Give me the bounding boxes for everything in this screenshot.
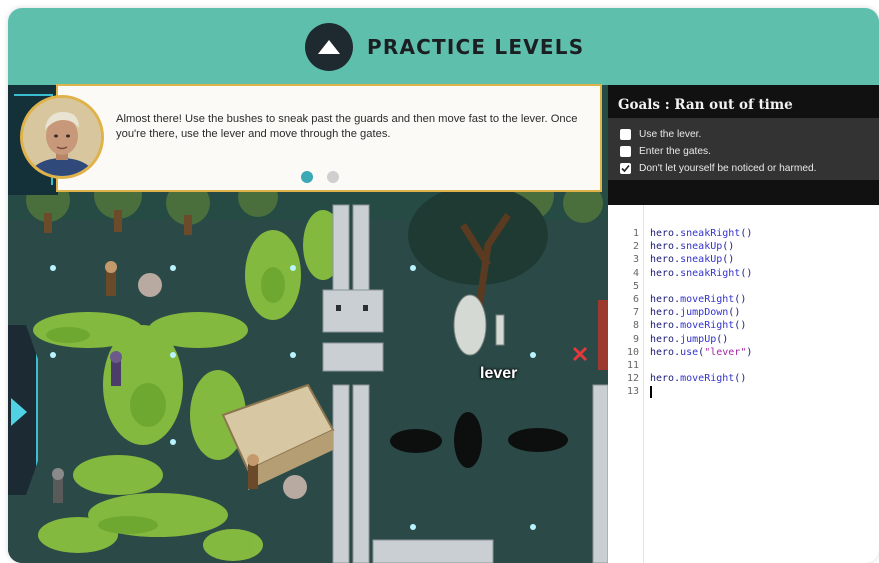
code-text: hero.use("lever")	[650, 346, 753, 358]
code-editor[interactable]: 1 hero.sneakRight() 2 hero.sneakUp() 3 hero.s…	[608, 205, 879, 563]
goal-item: Enter the gates.	[620, 143, 879, 160]
code-text: hero.sneakRight()	[650, 267, 753, 279]
code-line[interactable]: 6 hero.moveRight()	[608, 293, 879, 306]
mentor-avatar	[20, 95, 104, 179]
line-number: 2	[632, 241, 639, 253]
line-number: 7	[632, 307, 639, 319]
check-icon	[621, 164, 630, 173]
line-number: 12	[626, 373, 639, 385]
code-text: hero.sneakUp()	[650, 254, 735, 266]
line-number: 3	[632, 254, 639, 266]
practice-levels-window: PRACTICE LEVELS lever Almost there! Use …	[8, 8, 879, 563]
code-line[interactable]: 11	[608, 359, 879, 372]
line-number: 5	[632, 280, 639, 292]
code-line[interactable]: 5	[608, 280, 879, 293]
goal-item: Use the lever.	[620, 126, 879, 143]
line-number: 6	[632, 294, 639, 305]
dialog-text: Almost there! Use the bushes to sneak pa…	[116, 113, 578, 140]
goals-title: Goals : Ran out of time	[618, 97, 793, 113]
code-line[interactable]: 2 hero.sneakUp()	[608, 240, 879, 253]
hint-dialog: Almost there! Use the bushes to sneak pa…	[56, 84, 602, 192]
code-line[interactable]: 13	[608, 385, 879, 399]
page-title: PRACTICE LEVELS	[367, 35, 585, 59]
goal-checkbox-checked[interactable]	[620, 163, 631, 174]
text-cursor	[650, 386, 652, 399]
pagination-dot-1[interactable]	[301, 171, 313, 183]
code-line[interactable]: 9 hero.jumpUp()	[608, 333, 879, 346]
goal-text: Don't let yourself be noticed or harmed.	[639, 163, 817, 174]
code-line[interactable]: 12 hero.moveRight()	[608, 372, 879, 385]
goals-panel: Goals : Ran out of time Use the lever. E…	[608, 85, 879, 205]
line-number: 11	[626, 360, 639, 371]
goal-item: Don't let yourself be noticed or harmed.	[620, 160, 879, 177]
goal-text: Enter the gates.	[639, 146, 711, 157]
code-line[interactable]: 3 hero.sneakUp()	[608, 253, 879, 266]
code-line[interactable]: 8 hero.moveRight()	[608, 319, 879, 332]
code-text: hero.jumpUp()	[650, 333, 729, 345]
header-content: PRACTICE LEVELS	[305, 21, 584, 73]
code-text: hero.jumpDown()	[650, 307, 741, 319]
goal-checkbox[interactable]	[620, 146, 631, 157]
line-number: 9	[632, 333, 639, 345]
code-line[interactable]: 4 hero.sneakRight()	[608, 267, 879, 280]
code-text: hero.sneakUp()	[650, 241, 735, 253]
line-number: 8	[632, 320, 639, 332]
triangle-up-icon[interactable]	[305, 23, 353, 71]
line-number: 1	[632, 228, 639, 239]
dialog-pagination	[301, 171, 339, 183]
goal-text: Use the lever.	[639, 129, 702, 140]
code-text: hero.moveRight()	[650, 294, 747, 305]
goals-list: Use the lever. Enter the gates. Don't le…	[608, 118, 879, 180]
code-text: hero.moveRight()	[650, 373, 747, 385]
code-line[interactable]: 10 hero.use("lever")	[608, 346, 879, 359]
code-line[interactable]: 7 hero.jumpDown()	[608, 306, 879, 319]
code-line[interactable]: 1 hero.sneakRight()	[608, 227, 879, 240]
pagination-dot-2[interactable]	[327, 171, 339, 183]
header-bar: PRACTICE LEVELS	[8, 8, 879, 85]
code-text: hero.sneakRight()	[650, 228, 753, 239]
lever-label: lever	[480, 365, 518, 382]
code-text: hero.moveRight()	[650, 320, 747, 332]
line-number: 10	[626, 346, 639, 358]
line-number: 13	[626, 386, 639, 398]
expand-arrow-icon[interactable]	[11, 398, 27, 426]
goal-checkbox[interactable]	[620, 129, 631, 140]
line-number: 4	[632, 267, 639, 279]
